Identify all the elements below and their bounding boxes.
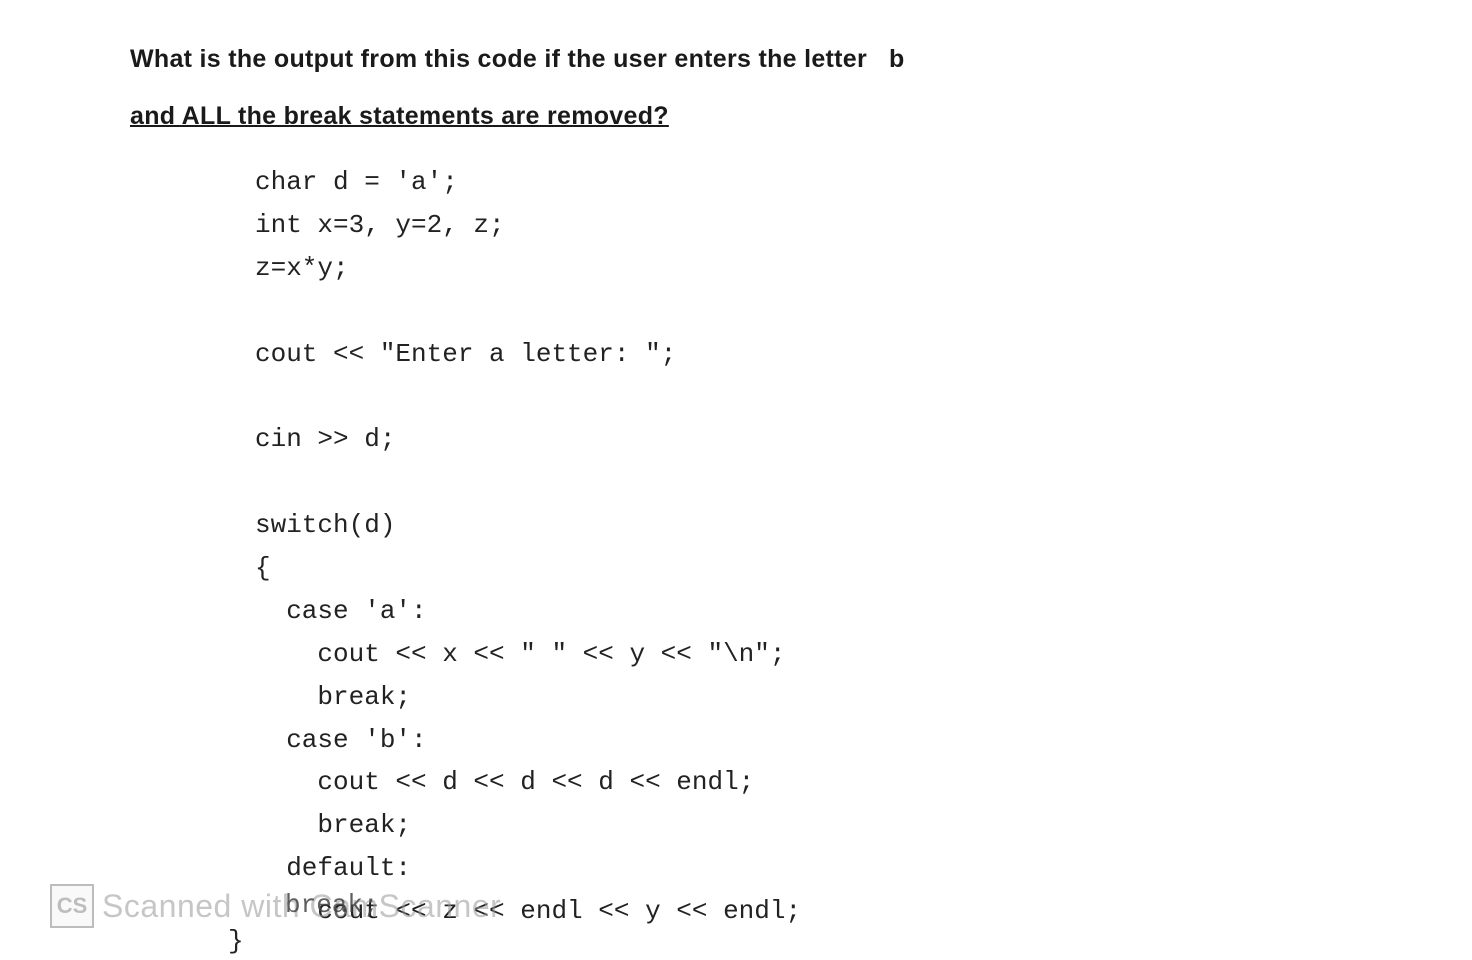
code-line: int x=3, y=2, z;	[255, 210, 505, 240]
code-line: switch(d)	[255, 510, 395, 540]
question-line-1: What is the output from this code if the…	[130, 45, 1342, 74]
code-block: char d = 'a'; int x=3, y=2, z; z=x*y; co…	[255, 161, 1342, 933]
code-line: char d = 'a';	[255, 167, 458, 197]
code-line: case 'a':	[255, 596, 427, 626]
code-line: cin >> d;	[255, 424, 395, 454]
code-closing-brace: }	[228, 926, 244, 956]
question-line-2: and ALL the break statements are removed…	[130, 102, 1342, 131]
camscanner-icon: CS	[50, 884, 94, 928]
code-line: cout << d << d << d << endl;	[255, 767, 754, 797]
code-line: {	[255, 553, 271, 583]
code-line: z=x*y;	[255, 253, 349, 283]
code-line: default:	[255, 853, 411, 883]
question-text-part2: b	[889, 45, 905, 73]
code-line: case 'b':	[255, 725, 427, 755]
code-line: cout << "Enter a letter: ";	[255, 339, 676, 369]
code-break-overlay: break;	[285, 890, 379, 920]
camscanner-watermark: CS Scanned with CamScanner	[50, 884, 501, 928]
code-line: break;	[255, 682, 411, 712]
code-line: break;	[255, 810, 411, 840]
question-text-part1: What is the output from this code if the…	[130, 45, 867, 73]
code-line: cout << x << " " << y << "\n";	[255, 639, 786, 669]
